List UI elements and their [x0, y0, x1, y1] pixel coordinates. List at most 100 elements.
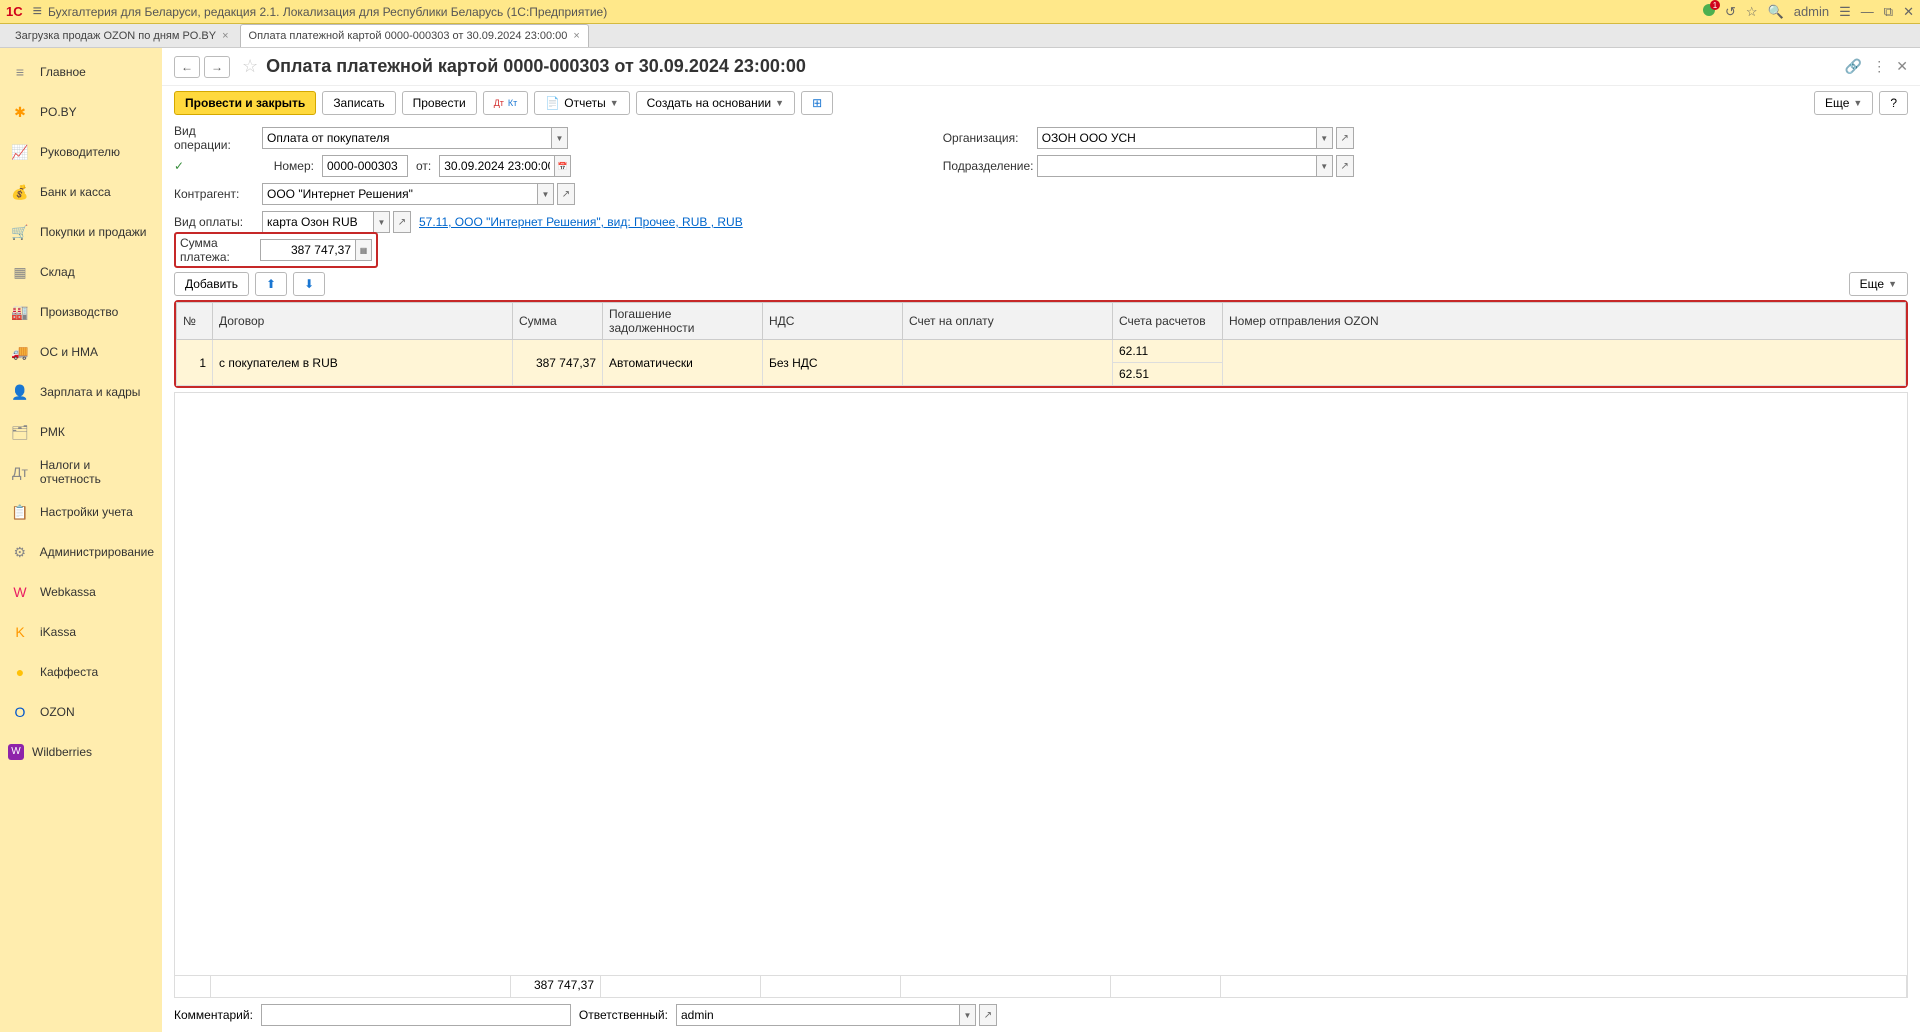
add-button[interactable]: Добавить [174, 272, 249, 296]
move-up-button[interactable]: ⬆ [255, 272, 287, 296]
paytype-input[interactable] [262, 211, 374, 233]
page-title: Оплата платежной картой 0000-000303 от 3… [266, 56, 1835, 77]
paytype-link[interactable]: 57.11, ООО "Интернет Решения", вид: Проч… [419, 215, 743, 229]
open-ref-icon[interactable]: ↗ [979, 1004, 997, 1026]
sidebar-item-manager[interactable]: 📈Руководителю [0, 132, 162, 172]
close-page-icon[interactable]: ✕ [1896, 58, 1908, 75]
tab-0[interactable]: Загрузка продаж OZON по дням PO.BY× [6, 24, 238, 47]
close-icon[interactable]: ✕ [1903, 4, 1914, 20]
sidebar-item-ozon[interactable]: OOZON [0, 692, 162, 732]
from-label: от: [416, 159, 431, 173]
sidebar-item-salary[interactable]: 👤Зарплата и кадры [0, 372, 162, 412]
open-ref-icon[interactable]: ↗ [1336, 155, 1354, 177]
hamburger-icon[interactable]: ≡ [33, 3, 42, 21]
th-acct[interactable]: Счета расчетов [1113, 303, 1223, 340]
structure-button[interactable]: ⊞ [801, 91, 833, 115]
sidebar-item-settings[interactable]: 📋Настройки учета [0, 492, 162, 532]
sidebar-item-rmk[interactable]: 🗂РМК [0, 412, 162, 452]
th-ozon[interactable]: Номер отправления OZON [1223, 303, 1906, 340]
sidebar-item-wb[interactable]: WWildberries [0, 732, 162, 772]
paytype-label: Вид оплаты: [174, 215, 254, 229]
th-contract[interactable]: Договор [213, 303, 513, 340]
post-button[interactable]: Провести [402, 91, 477, 115]
nav-forward-button[interactable]: → [204, 56, 230, 78]
write-button[interactable]: Записать [322, 91, 395, 115]
dropdown-icon[interactable]: ▼ [538, 183, 554, 205]
titlebar-right: 1 ↺ ☆ 🔍 admin ☰ — ⧉ ✕ [1703, 4, 1914, 20]
number-input[interactable] [322, 155, 408, 177]
th-sum[interactable]: Сумма [513, 303, 603, 340]
op-type-input[interactable] [262, 127, 552, 149]
dropdown-icon[interactable]: ▼ [1317, 155, 1333, 177]
favorite-icon[interactable]: ☆ [242, 56, 258, 77]
folder-icon: 🗂 [8, 424, 32, 441]
calc-icon[interactable]: ▦ [356, 239, 372, 261]
org-label: Организация: [943, 131, 1029, 145]
settings-icon[interactable]: ☰ [1839, 4, 1851, 20]
history-icon[interactable]: ↺ [1725, 4, 1736, 20]
post-close-button[interactable]: Провести и закрыть [174, 91, 316, 115]
th-repay[interactable]: Погашение задолженности [603, 303, 763, 340]
sidebar-item-sales[interactable]: 🛒Покупки и продажи [0, 212, 162, 252]
page-header: ← → ☆ Оплата платежной картой 0000-00030… [162, 48, 1920, 86]
dept-label: Подразделение: [943, 159, 1029, 173]
star-icon[interactable]: ☆ [1746, 4, 1758, 20]
sidebar-item-ikassa[interactable]: KiKassa [0, 612, 162, 652]
table-toolbar: Добавить ⬆ ⬇ Еще▼ [162, 268, 1920, 300]
dropdown-icon[interactable]: ▼ [552, 127, 568, 149]
sidebar-item-os[interactable]: 🚚ОС и НМА [0, 332, 162, 372]
tabbar: Загрузка продаж OZON по дням PO.BY× Опла… [0, 24, 1920, 48]
date-input[interactable] [439, 155, 555, 177]
comment-label: Комментарий: [174, 1008, 253, 1022]
sidebar-item-main[interactable]: ≡Главное [0, 52, 162, 92]
sidebar-item-prod[interactable]: 🏭Производство [0, 292, 162, 332]
help-button[interactable]: ? [1879, 91, 1908, 115]
dropdown-icon[interactable]: ▼ [1317, 127, 1333, 149]
sidebar-item-stock[interactable]: ▦Склад [0, 252, 162, 292]
reports-button[interactable]: 📄Отчеты▼ [534, 91, 629, 115]
th-n[interactable]: № [177, 303, 213, 340]
sidebar-item-webkassa[interactable]: WWebkassa [0, 572, 162, 612]
more-button[interactable]: Еще▼ [1814, 91, 1873, 115]
tab-1[interactable]: Оплата платежной картой 0000-000303 от 3… [240, 24, 589, 47]
dtkt-button[interactable]: ДтКт [483, 91, 529, 115]
nav-back-button[interactable]: ← [174, 56, 200, 78]
maximize-icon[interactable]: ⧉ [1884, 4, 1893, 20]
open-ref-icon[interactable]: ↗ [393, 211, 411, 233]
th-invoice[interactable]: Счет на оплату [903, 303, 1113, 340]
tab-close-icon[interactable]: × [573, 30, 579, 42]
bottom-row: Комментарий: Ответственный: ▼ ↗ [162, 998, 1920, 1032]
open-ref-icon[interactable]: ↗ [1336, 127, 1354, 149]
dept-input[interactable] [1037, 155, 1317, 177]
create-based-button[interactable]: Создать на основании▼ [636, 91, 795, 115]
contragent-input[interactable] [262, 183, 538, 205]
cart-icon: 🛒 [8, 224, 32, 241]
tab-close-icon[interactable]: × [222, 30, 228, 42]
sidebar-item-poby[interactable]: ✱PO.BY [0, 92, 162, 132]
minimize-icon[interactable]: — [1861, 4, 1874, 19]
sum-input[interactable] [260, 239, 356, 261]
money-icon: 💰 [8, 184, 32, 201]
table-row[interactable]: 1 с покупателем в RUB 387 747,37 Автомат… [177, 340, 1906, 363]
main-content: ← → ☆ Оплата платежной картой 0000-00030… [162, 48, 1920, 1032]
org-input[interactable] [1037, 127, 1317, 149]
open-ref-icon[interactable]: ↗ [557, 183, 575, 205]
notification-icon[interactable]: 1 [1703, 4, 1715, 19]
move-down-button[interactable]: ⬇ [293, 272, 325, 296]
sidebar-item-bank[interactable]: 💰Банк и касса [0, 172, 162, 212]
sidebar-item-kaffesta[interactable]: ●Каффеста [0, 652, 162, 692]
sidebar-item-admin[interactable]: ⚙Администрирование [0, 532, 162, 572]
dropdown-icon[interactable]: ▼ [374, 211, 390, 233]
dropdown-icon[interactable]: ▼ [960, 1004, 976, 1026]
resp-input[interactable] [676, 1004, 960, 1026]
search-icon[interactable]: 🔍 [1768, 4, 1784, 20]
th-vat[interactable]: НДС [763, 303, 903, 340]
user-label[interactable]: admin [1794, 4, 1829, 19]
comment-input[interactable] [261, 1004, 571, 1026]
sidebar-item-tax[interactable]: ДтНалоги и отчетность [0, 452, 162, 492]
table-more-button[interactable]: Еще▼ [1849, 272, 1908, 296]
calendar-icon[interactable]: 📅 [555, 155, 571, 177]
clipboard-icon: 📋 [8, 504, 32, 521]
menu-dots-icon[interactable]: ⋮ [1872, 58, 1886, 75]
link-icon[interactable]: 🔗 [1845, 58, 1862, 75]
